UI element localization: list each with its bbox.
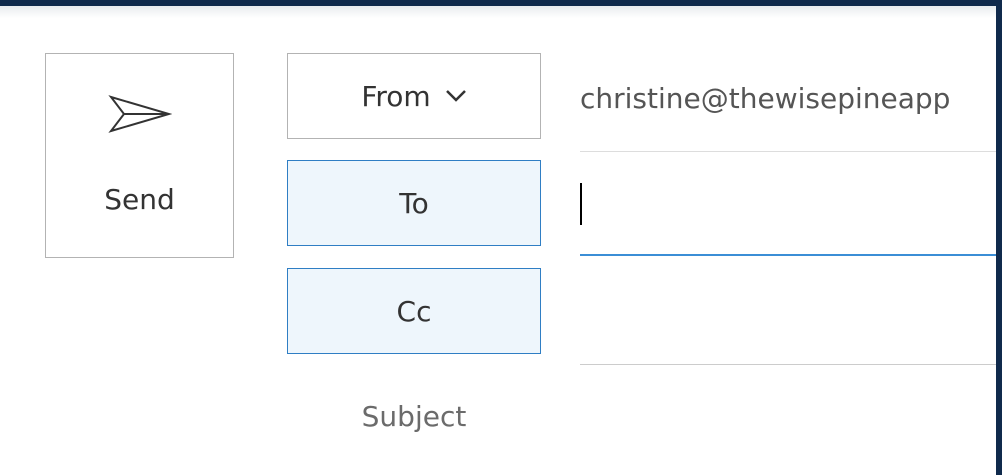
- from-divider: [580, 151, 996, 152]
- window-right-edge: [996, 6, 1002, 475]
- cc-button[interactable]: Cc: [287, 268, 541, 354]
- from-address: christine@thewisepineapp: [580, 82, 951, 115]
- toolbar-shadow: [0, 6, 1002, 18]
- cc-input[interactable]: [580, 268, 996, 365]
- from-button[interactable]: From: [287, 53, 541, 139]
- cc-label: Cc: [396, 294, 432, 328]
- to-label: To: [399, 186, 429, 220]
- send-icon: [108, 95, 172, 133]
- to-input[interactable]: [580, 160, 996, 256]
- chevron-down-icon: [445, 90, 466, 102]
- to-button[interactable]: To: [287, 160, 541, 246]
- text-caret: [580, 183, 582, 225]
- from-label: From: [361, 79, 431, 113]
- subject-label: Subject: [361, 400, 467, 433]
- send-button[interactable]: Send: [45, 53, 234, 258]
- send-label: Send: [104, 183, 175, 216]
